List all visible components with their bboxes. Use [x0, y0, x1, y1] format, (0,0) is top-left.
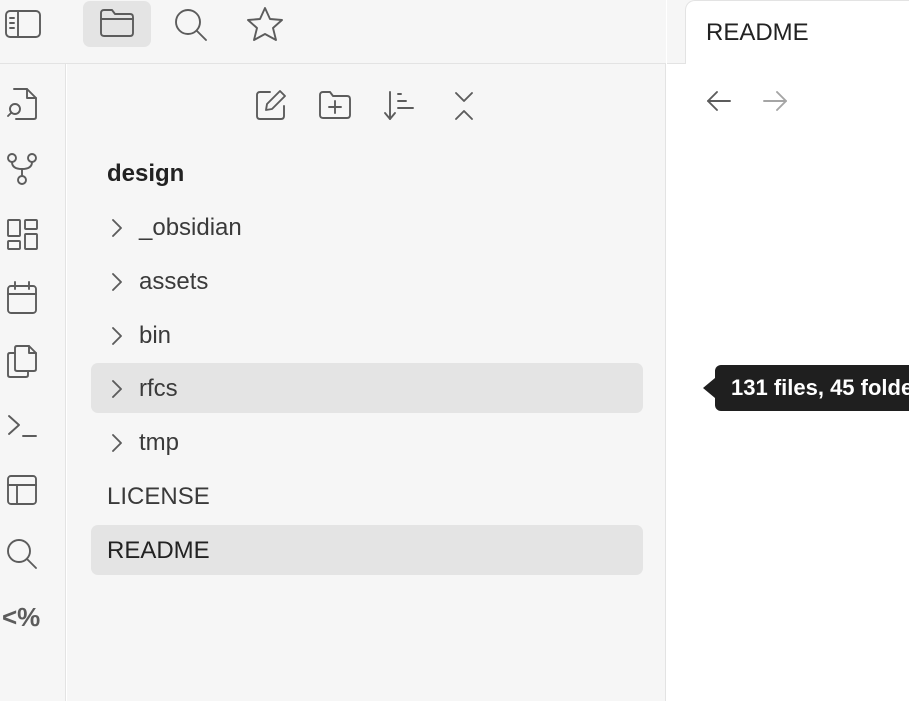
sort-icon[interactable] [382, 89, 416, 123]
collapse-all-icon[interactable] [448, 89, 480, 123]
folder-item[interactable]: tmp [139, 431, 179, 455]
templater-icon[interactable]: <% [2, 600, 44, 634]
calendar-icon[interactable] [5, 280, 39, 316]
folder-stats-tooltip: 131 files, 45 folders [715, 365, 909, 411]
note-search-icon[interactable] [5, 86, 39, 122]
dashboard-icon[interactable] [5, 217, 39, 251]
tooltip-arrow [703, 378, 715, 398]
folder-icon[interactable] [99, 7, 135, 39]
folder-item[interactable]: assets [139, 270, 208, 294]
search-icon[interactable] [173, 7, 209, 43]
star-icon[interactable] [246, 6, 284, 42]
new-folder-icon[interactable] [318, 89, 352, 121]
copy-icon[interactable] [5, 343, 39, 379]
chevron-right-icon[interactable] [108, 431, 126, 455]
chevron-right-icon[interactable] [108, 216, 126, 240]
chevron-right-icon[interactable] [108, 324, 126, 348]
tab-readme[interactable]: README [685, 0, 909, 64]
vault-name[interactable]: design [107, 162, 184, 186]
sidebar-toggle-icon[interactable] [4, 9, 42, 39]
folder-item[interactable]: _obsidian [139, 216, 242, 240]
back-arrow-icon[interactable] [705, 88, 733, 114]
folder-item[interactable]: rfcs [139, 377, 178, 401]
terminal-icon[interactable] [5, 408, 39, 442]
new-note-icon[interactable] [254, 88, 288, 122]
folder-item[interactable]: bin [139, 324, 171, 348]
forward-arrow-icon[interactable] [761, 88, 789, 114]
layout-icon[interactable] [5, 473, 39, 507]
chevron-right-icon[interactable] [108, 270, 126, 294]
file-item[interactable]: LICENSE [107, 485, 210, 509]
file-item[interactable]: README [107, 539, 210, 563]
tab-title: README [706, 19, 809, 46]
search-icon[interactable] [5, 537, 39, 571]
chevron-right-icon[interactable] [108, 377, 126, 401]
graph-icon[interactable] [5, 152, 39, 186]
